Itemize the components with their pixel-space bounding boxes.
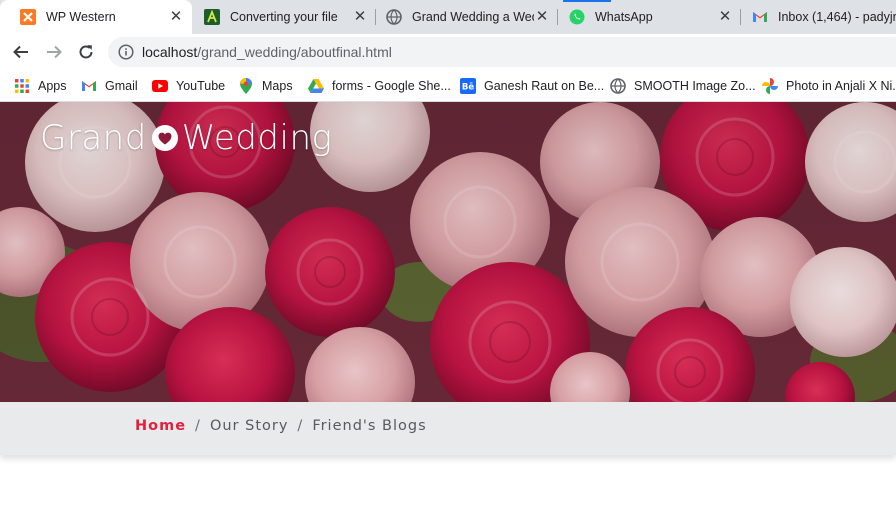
globe-icon [610,78,626,94]
breadcrumb-home-link[interactable]: Home [135,418,186,434]
breadcrumb-separator: / [297,418,304,434]
bookmark-maps[interactable]: Maps [238,77,293,95]
bookmark-google-photos[interactable]: Photo in Anjali X Ni... [762,77,896,95]
tab-title: Grand Wedding a Wed [412,10,534,24]
tab-converting-file[interactable]: Converting your file ✕ [184,0,376,34]
browser-toolbar: localhost/grand_wedding/aboutfinal.html [0,34,896,70]
site-info-icon[interactable] [118,44,134,60]
url-text: localhost/grand_wedding/aboutfinal.html [142,44,392,60]
bookmark-youtube[interactable]: YouTube [152,77,225,95]
bookmark-label: Apps [38,79,67,93]
tab-whatsapp[interactable]: WhatsApp ✕ [549,0,741,34]
bookmark-label: Maps [262,79,293,93]
breadcrumb: Home / Our Story / Friend's Blogs [0,402,896,455]
whatsapp-icon [569,9,585,25]
apps-grid-icon [14,78,30,94]
tab-close-icon[interactable]: ✕ [168,9,184,25]
tab-grand-wedding[interactable]: Grand Wedding a Wed ✕ [366,0,558,34]
bookmarks-bar: Apps Gmail YouTube Maps forms - Google S… [0,70,896,102]
bookmark-gmail[interactable]: Gmail [81,77,138,95]
bookmark-label: SMOOTH Image Zo... [634,79,756,93]
bookmark-label: YouTube [176,79,226,93]
google-drive-icon [308,78,324,94]
breadcrumb-our-story-link[interactable]: Our Story [210,418,288,434]
google-photos-icon [762,78,778,94]
heart-icon [151,125,178,151]
globe-icon [386,9,402,25]
bookmark-apps[interactable]: Apps [14,77,67,95]
hero-banner: Grand Wedding [0,102,896,402]
bookmark-label: Ganesh Raut on Be... [484,79,605,93]
logo-text-wedding: Wedding [181,118,333,158]
tab-title: Inbox (1,464) - padyjr [778,10,896,24]
forward-arrow-icon [47,45,62,59]
tab-title: WhatsApp [595,10,653,24]
bookmark-behance[interactable]: Bē Ganesh Raut on Be... [460,77,604,95]
youtube-icon [152,78,168,94]
bookmark-forms-sheets[interactable]: forms - Google She... [308,77,451,95]
tab-close-icon[interactable]: ✕ [717,9,733,25]
reload-icon [79,45,93,59]
behance-icon: Bē [460,78,476,94]
converter-icon [204,9,220,25]
tab-wp-western[interactable]: WP Western ✕ [0,0,192,34]
tab-title: WP Western [46,10,116,24]
bookmark-label: Photo in Anjali X Ni... [786,79,896,93]
tab-close-icon[interactable]: ✕ [534,9,550,25]
svg-text:Bē: Bē [462,83,474,93]
bookmark-label: Gmail [105,79,138,93]
breadcrumb-friends-blogs: Friend's Blogs [312,418,427,434]
bookmark-label: forms - Google She... [332,79,451,93]
site-logo[interactable]: Grand Wedding [40,118,332,158]
back-arrow-icon [13,45,28,59]
tab-title: Converting your file [230,10,338,24]
gmail-icon [81,78,97,94]
forward-button[interactable] [40,38,68,66]
tab-gmail-inbox[interactable]: Inbox (1,464) - padyjr [732,0,896,34]
gmail-icon [752,9,768,25]
maps-pin-icon [238,78,254,94]
logo-text-grand: Grand [40,118,147,158]
back-button[interactable] [7,38,35,66]
reload-button[interactable] [72,38,100,66]
breadcrumb-separator: / [195,418,201,434]
url-host: localhost [142,44,198,60]
bookmark-smooth-image[interactable]: SMOOTH Image Zo... [610,77,756,95]
url-path: /grand_wedding/aboutfinal.html [197,44,392,60]
address-bar[interactable]: localhost/grand_wedding/aboutfinal.html [108,37,896,67]
xampp-icon [20,9,36,25]
browser-tab-strip: WP Western ✕ Converting your file ✕ Gran… [0,0,896,34]
